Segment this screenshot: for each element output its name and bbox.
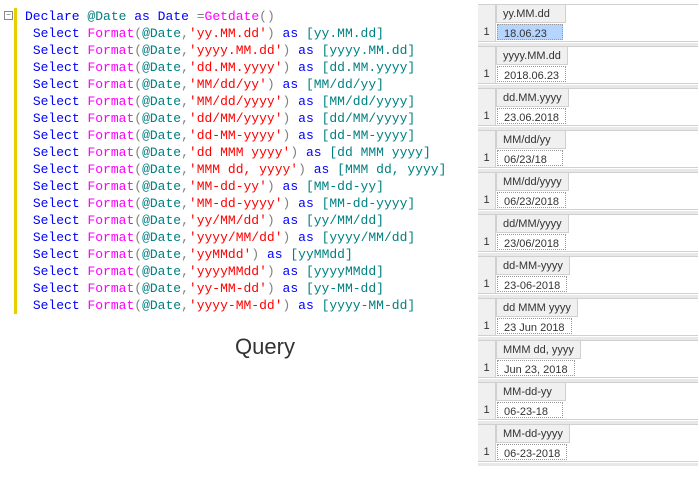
code-line: Select Format(@Date,'yyyyMMdd') as [yyyy… <box>14 263 470 280</box>
row-header-empty <box>478 257 496 275</box>
result-cell[interactable]: 06/23/2018 <box>497 192 566 208</box>
column-header[interactable]: MM/dd/yy <box>496 131 566 149</box>
column-header[interactable]: yyyy.MM.dd <box>496 47 568 65</box>
code-line: Select Format(@Date,'MM-dd-yy') as [MM-d… <box>14 178 470 195</box>
row-number[interactable]: 1 <box>478 275 496 293</box>
column-header[interactable]: dd MMM yyyy <box>496 299 578 317</box>
row-number[interactable]: 1 <box>478 401 496 419</box>
row-number[interactable]: 1 <box>478 107 496 125</box>
code-line: Select Format(@Date,'yyyy.MM.dd') as [yy… <box>14 42 470 59</box>
code-line: Select Format(@Date,'yyMMdd') as [yyMMdd… <box>14 246 470 263</box>
code-line: Select Format(@Date,'yyyy-MM-dd') as [yy… <box>14 297 470 314</box>
query-label: Query <box>60 334 470 360</box>
row-header-empty <box>478 47 496 65</box>
column-header[interactable]: dd-MM-yyyy <box>496 257 570 275</box>
row-header-empty <box>478 299 496 317</box>
row-number[interactable]: 1 <box>478 191 496 209</box>
row-number[interactable]: 1 <box>478 23 496 41</box>
result-grid: MM-dd-yy106-23-18 <box>478 382 698 420</box>
result-grid: yyyy.MM.dd12018.06.23 <box>478 46 698 84</box>
row-header-empty <box>478 131 496 149</box>
column-header[interactable]: MMM dd, yyyy <box>496 341 581 359</box>
row-header-empty <box>478 5 496 23</box>
row-number[interactable]: 1 <box>478 359 496 377</box>
row-header-empty <box>478 89 496 107</box>
results-panel: yy.MM.dd118.06.23yyyy.MM.dd12018.06.23dd… <box>478 4 698 466</box>
result-grid: dd-MM-yyyy123-06-2018 <box>478 256 698 294</box>
code-line: Select Format(@Date,'MM/dd/yy') as [MM/d… <box>14 76 470 93</box>
row-number[interactable]: 1 <box>478 65 496 83</box>
result-grid: MMM dd, yyyy1Jun 23, 2018 <box>478 340 698 378</box>
row-header-empty <box>478 383 496 401</box>
code-line: Select Format(@Date,'yy.MM.dd') as [yy.M… <box>14 25 470 42</box>
result-cell[interactable]: 06-23-18 <box>497 402 563 418</box>
collapse-icon[interactable]: − <box>4 11 13 20</box>
code-line: Select Format(@Date,'yy-MM-dd') as [yy-M… <box>14 280 470 297</box>
code-line: Select Format(@Date,'dd MMM yyyy') as [d… <box>14 144 470 161</box>
code-line: Select Format(@Date,'yy/MM/dd') as [yy/M… <box>14 212 470 229</box>
result-grid: MM/dd/yyyy106/23/2018 <box>478 172 698 210</box>
row-header-empty <box>478 215 496 233</box>
column-header[interactable]: yy.MM.dd <box>496 5 566 23</box>
result-cell[interactable]: Jun 23, 2018 <box>497 360 575 376</box>
column-header[interactable]: dd/MM/yyyy <box>496 215 569 233</box>
column-header[interactable]: MM-dd-yyyy <box>496 425 570 443</box>
code-line: Select Format(@Date,'dd/MM/yyyy') as [dd… <box>14 110 470 127</box>
result-grid: yy.MM.dd118.06.23 <box>478 4 698 42</box>
row-number[interactable]: 1 <box>478 149 496 167</box>
row-header-empty <box>478 425 496 443</box>
result-cell[interactable]: 06/23/18 <box>497 150 563 166</box>
column-header[interactable]: MM-dd-yy <box>496 383 566 401</box>
row-header-empty <box>478 341 496 359</box>
code-line: Select Format(@Date,'yyyy/MM/dd') as [yy… <box>14 229 470 246</box>
result-grid: dd/MM/yyyy123/06/2018 <box>478 214 698 252</box>
result-cell[interactable]: 23 Jun 2018 <box>497 318 572 334</box>
result-grid: MM/dd/yy106/23/18 <box>478 130 698 168</box>
code-line-declare: −Declare @Date as Date =Getdate() <box>14 8 470 25</box>
result-grid: dd MMM yyyy123 Jun 2018 <box>478 298 698 336</box>
code-line: Select Format(@Date,'dd.MM.yyyy') as [dd… <box>14 59 470 76</box>
result-cell[interactable]: 18.06.23 <box>497 24 563 40</box>
code-line: Select Format(@Date,'dd-MM-yyyy') as [dd… <box>14 127 470 144</box>
result-cell[interactable]: 23.06.2018 <box>497 108 566 124</box>
column-header[interactable]: dd.MM.yyyy <box>496 89 569 107</box>
code-line: Select Format(@Date,'MM/dd/yyyy') as [MM… <box>14 93 470 110</box>
row-header-empty <box>478 173 496 191</box>
column-header[interactable]: MM/dd/yyyy <box>496 173 569 191</box>
row-number[interactable]: 1 <box>478 233 496 251</box>
result-cell[interactable]: 2018.06.23 <box>497 66 566 82</box>
result-grid: MM-dd-yyyy106-23-2018 <box>478 424 698 462</box>
code-line: Select Format(@Date,'MMM dd, yyyy') as [… <box>14 161 470 178</box>
result-cell[interactable]: 23/06/2018 <box>497 234 566 250</box>
code-line: Select Format(@Date,'MM-dd-yyyy') as [MM… <box>14 195 470 212</box>
row-number[interactable]: 1 <box>478 317 496 335</box>
result-cell[interactable]: 23-06-2018 <box>497 276 567 292</box>
row-number[interactable]: 1 <box>478 443 496 461</box>
result-grid: dd.MM.yyyy123.06.2018 <box>478 88 698 126</box>
code-panel: −Declare @Date as Date =Getdate() Select… <box>0 0 470 360</box>
result-cell[interactable]: 06-23-2018 <box>497 444 567 460</box>
